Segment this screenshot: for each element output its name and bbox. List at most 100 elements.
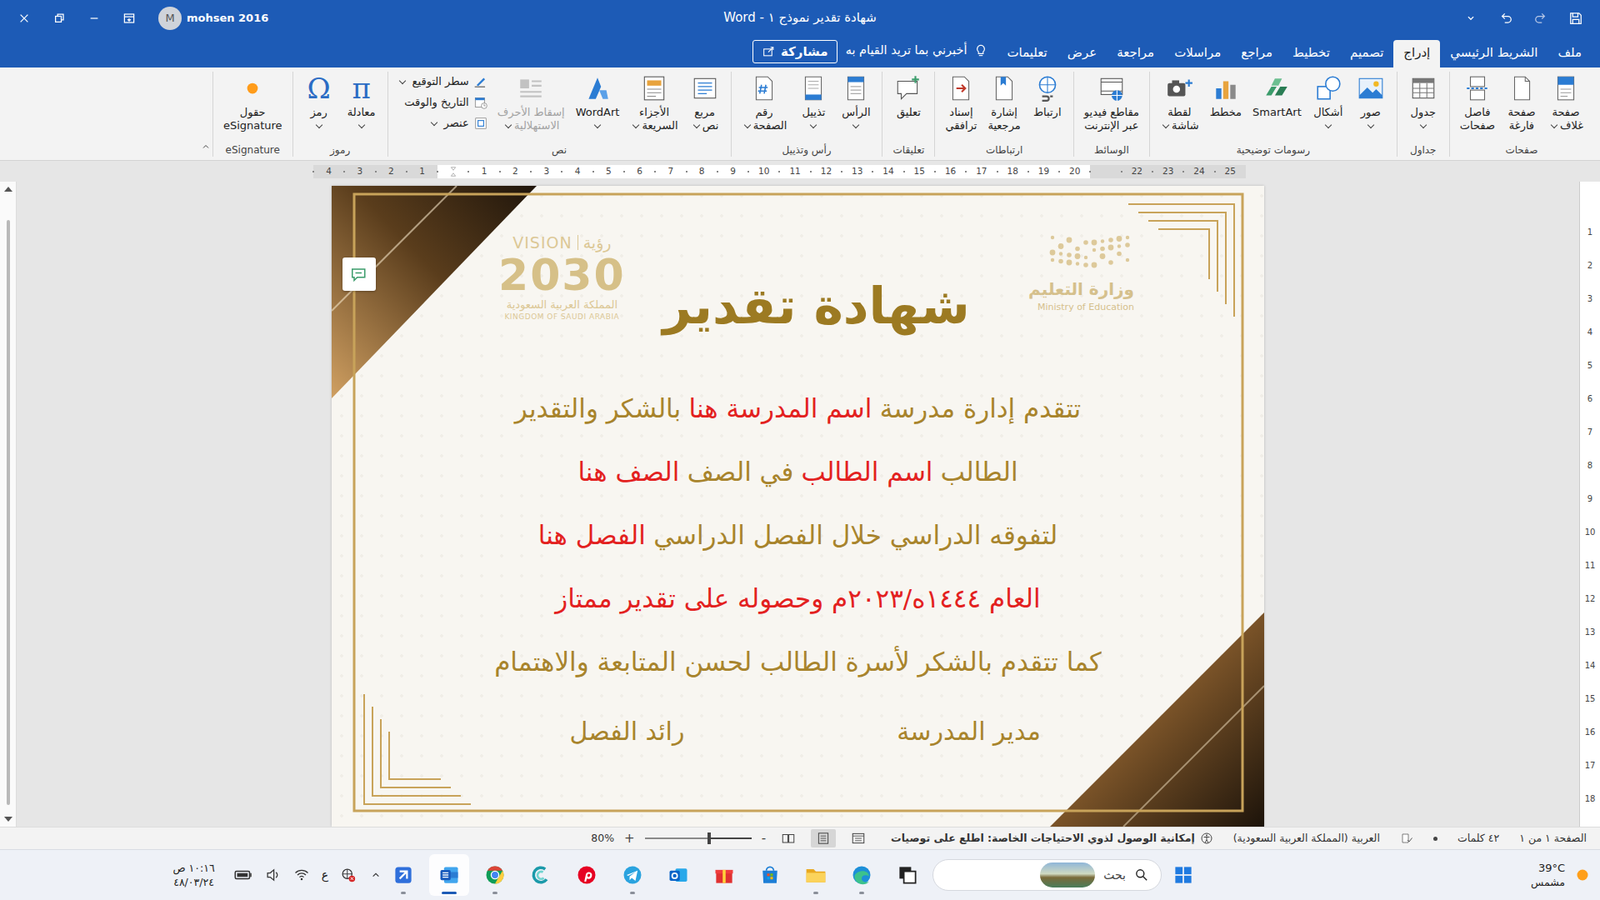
word-count[interactable]: ٤٢ كلمات [1457,830,1500,847]
collapse-ribbon-button[interactable] [199,140,213,159]
clock[interactable]: ١٠:١٦ ص٤٨/٠٣/٢٤ [172,860,215,890]
dropdown-arrow-icon[interactable] [594,121,601,129]
taskbar-app[interactable] [704,854,745,896]
user-name[interactable]: mohsen 2016 [186,10,269,27]
ribbon-button[interactable]: رقمالصفحة [737,71,792,134]
ribbon-button[interactable]: لقطةشاشة [1155,71,1204,134]
ribbon-tab[interactable]: مراسلات [1164,40,1231,69]
zoom-out-button[interactable]: - [761,832,766,845]
dropdown-arrow-icon[interactable] [810,121,817,129]
ribbon-button[interactable]: تذييل [793,71,834,134]
dropdown-arrow-icon[interactable] [505,121,512,129]
weather-widget[interactable]: 39°Cمشمس [1201,860,1594,890]
ribbon-button[interactable]: عنصر [394,114,491,133]
ribbon-button[interactable]: صفحةغلاف [1544,71,1588,134]
dropdown-arrow-icon[interactable] [398,76,405,84]
ribbon-tab[interactable]: عرض [1057,40,1107,69]
dropdown-arrow-icon[interactable] [852,121,860,129]
ribbon-tab[interactable]: تعليمات [996,40,1057,69]
ribbon-button[interactable]: إسنادترافقي [940,71,981,134]
start-button[interactable] [1165,856,1202,894]
ribbon-tab[interactable]: تخطيط [1282,40,1340,69]
page-count[interactable]: الصفحة ١ من ١ [1519,830,1587,847]
dropdown-arrow-icon[interactable] [743,121,750,129]
minimize-button[interactable] [76,4,112,33]
ribbon-button[interactable]: صفحةفارغة [1501,71,1542,134]
customize-toolbar-button[interactable] [1453,4,1489,33]
redo-button[interactable] [1523,4,1559,33]
accessibility-checker[interactable]: إمكانية الوصول لذوي الاحتياجات الخاصة: ا… [890,830,1214,847]
zoom-level[interactable]: 80% [590,830,615,847]
undo-button[interactable] [1488,4,1524,33]
save-button[interactable] [1558,4,1594,33]
ribbon-button[interactable]: الرأس [835,71,876,134]
indent-marker-icon[interactable] [447,165,460,178]
zoom-in-button[interactable]: + [624,832,635,845]
dropdown-arrow-icon[interactable] [693,121,700,129]
ribbon-button[interactable]: سطر التوقيع [394,72,491,91]
ribbon-button[interactable]: إسقاط الأحرفالاستهلالية [493,71,570,134]
ribbon-button[interactable]: ارتباط [1027,71,1068,120]
taskbar-search[interactable]: بحث [932,859,1162,891]
ribbon-tab[interactable]: إدراج [1393,40,1440,69]
taskbar-app[interactable] [566,854,607,896]
language[interactable]: العربية (المملكة العربية السعودية) [1233,830,1380,847]
dropdown-arrow-icon[interactable] [1550,121,1558,129]
dropdown-arrow-icon[interactable] [1420,121,1427,129]
dropdown-arrow-icon[interactable] [1325,121,1332,129]
dropdown-arrow-icon[interactable] [357,121,365,129]
input-language[interactable]: ع [321,866,329,885]
ribbon-button[interactable]: صور [1350,71,1391,134]
view-button[interactable] [845,829,871,848]
ribbon-button[interactable]: التاريخ والوقت [394,93,491,112]
dropdown-arrow-icon[interactable] [1162,121,1170,129]
ribbon-button[interactable]: أشكال [1308,71,1349,134]
taskbar-app[interactable] [612,854,653,896]
zoom-thumb[interactable] [707,832,711,845]
dropdown-arrow-icon[interactable] [430,118,437,125]
ribbon-tab[interactable]: مراجعة [1106,40,1165,69]
tray-chevron-icon[interactable] [368,867,384,883]
ribbon-tab[interactable]: تصميم [1340,40,1394,69]
share-button[interactable]: مشاركة [752,40,838,65]
ribbon-button[interactable]: WordArt [571,71,625,134]
ribbon-button[interactable]: مخطط [1205,71,1246,120]
ribbon-button[interactable]: SmartArt [1248,71,1306,120]
ribbon-button[interactable]: تعليق [888,71,929,120]
ribbon-display-button[interactable] [111,4,147,33]
taskbar-app[interactable] [887,854,928,896]
scroll-down-icon[interactable] [4,816,13,822]
taskbar-app[interactable] [795,854,836,896]
ribbon-button[interactable]: جدول [1403,71,1444,134]
ribbon-button[interactable]: مقاطع فيديوعبر الإنترنت [1080,71,1144,134]
ruler-margin-marker[interactable] [1090,165,1121,179]
restore-button[interactable] [41,4,77,33]
taskbar-app[interactable] [750,854,790,896]
ribbon-tab[interactable]: ملف [1547,40,1592,69]
ribbon-button[interactable]: الأجزاءالسريعة [625,71,682,134]
network-icon[interactable] [340,866,357,884]
ribbon-button[interactable]: Ωرمز [299,71,340,134]
ribbon-tab[interactable]: مراجع [1230,40,1283,69]
taskbar-app[interactable] [475,854,515,896]
vertical-scrollbar[interactable] [0,181,17,827]
scroll-thumb[interactable] [6,220,10,805]
taskbar-app[interactable] [520,854,561,896]
dropdown-arrow-icon[interactable] [1367,121,1375,129]
ribbon-tab[interactable]: الشريط الرئيسي [1440,40,1548,69]
taskbar-app[interactable] [429,854,470,896]
scroll-up-icon[interactable] [4,186,13,192]
taskbar-app[interactable] [383,854,424,896]
comment-marker[interactable] [342,257,376,291]
view-button[interactable] [775,829,801,848]
tell-me-box[interactable]: أخبرني بما تريد القيام به [837,41,998,68]
ribbon-button[interactable]: حقولeSignature [219,71,287,134]
ribbon-button[interactable]: إشارةمرجعية [983,71,1025,134]
ribbon-button[interactable]: πمعادلة [341,71,382,134]
view-button[interactable] [810,829,836,848]
taskbar-app[interactable] [841,854,882,896]
dropdown-arrow-icon[interactable] [315,121,322,129]
close-button[interactable] [6,4,42,33]
ribbon-button[interactable]: فاصلصفحات [1455,71,1500,134]
taskbar-app[interactable] [658,854,699,896]
